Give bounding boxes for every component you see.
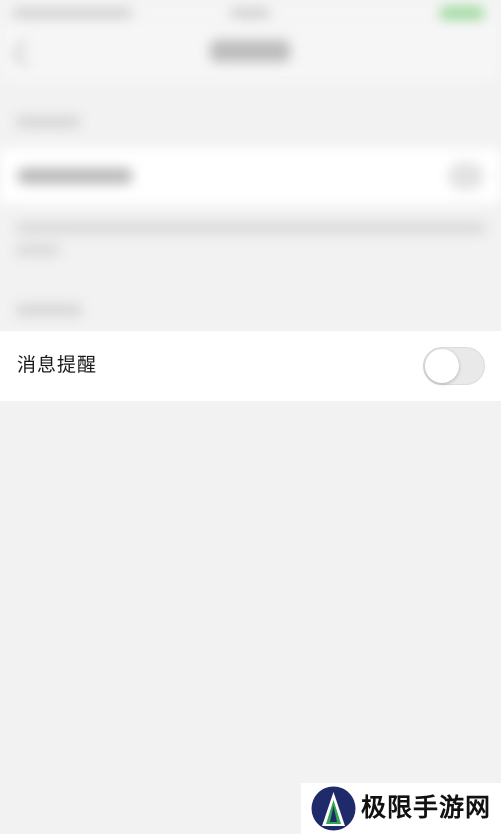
page-title	[210, 40, 290, 62]
message-reminder-toggle[interactable]	[423, 347, 485, 385]
section-header	[16, 304, 82, 316]
settings-row-switch[interactable]	[448, 162, 484, 190]
message-reminder-row[interactable]: 消息提醒	[0, 331, 501, 401]
battery-icon	[440, 7, 484, 19]
settings-row-label	[18, 168, 132, 184]
status-bar-carrier	[12, 8, 132, 18]
site-logo-icon	[311, 786, 356, 831]
settings-row	[0, 148, 501, 204]
blurred-background	[0, 0, 501, 834]
description-line	[16, 244, 60, 256]
message-reminder-label: 消息提醒	[17, 354, 98, 376]
back-arrow-icon[interactable]	[12, 40, 39, 67]
navigation-bar	[0, 26, 501, 82]
section-header	[16, 116, 80, 128]
status-bar-time	[230, 8, 270, 18]
toggle-knob	[425, 349, 459, 383]
watermark: 极限手游网	[301, 783, 501, 834]
watermark-text: 极限手游网	[361, 793, 492, 822]
status-bar	[0, 0, 501, 26]
description-line	[16, 222, 486, 234]
